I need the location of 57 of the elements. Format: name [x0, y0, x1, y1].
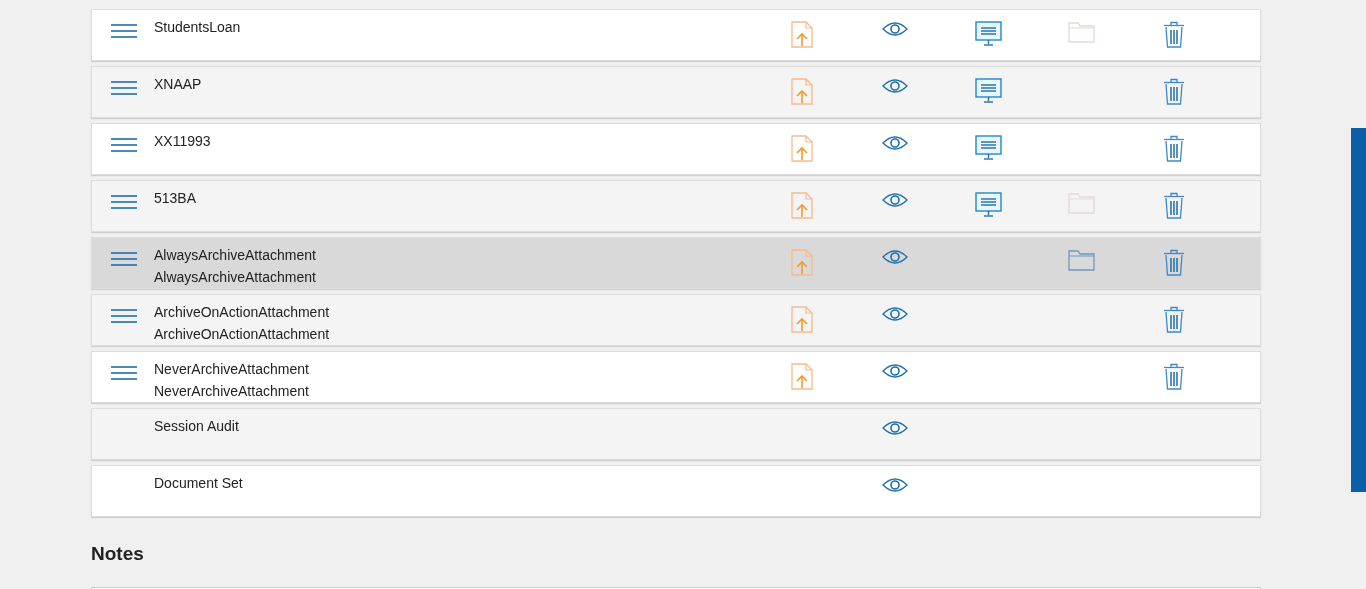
eye-icon[interactable] [882, 477, 908, 493]
trash-icon[interactable] [1163, 78, 1185, 105]
document-name: XX11993 [154, 132, 211, 151]
eye-icon[interactable] [882, 249, 908, 265]
document-row[interactable]: NeverArchiveAttachment NeverArchiveAttachment [91, 351, 1261, 403]
trash-icon[interactable] [1163, 135, 1185, 162]
eye-icon[interactable] [882, 363, 908, 379]
document-name: Session Audit [154, 417, 239, 436]
document-name: ArchiveOnActionAttachment [154, 303, 330, 322]
file-upload-icon[interactable] [791, 135, 813, 162]
trash-icon[interactable] [1163, 21, 1185, 48]
file-upload-icon[interactable] [791, 192, 813, 219]
drag-handle-icon[interactable] [110, 365, 137, 381]
document-row[interactable]: StudentsLoan [91, 9, 1261, 61]
drag-handle-icon[interactable] [110, 137, 137, 153]
document-row[interactable]: Session Audit [91, 408, 1261, 460]
file-upload-icon[interactable] [791, 21, 813, 48]
document-name: 513BA [154, 189, 197, 208]
document-row[interactable]: Document Set [91, 465, 1261, 517]
document-row[interactable]: XX11993 [91, 123, 1261, 175]
document-name: XNAAP [154, 75, 202, 94]
monitor-icon[interactable] [974, 135, 1002, 160]
document-name: ArchiveOnActionAttachment [154, 325, 330, 344]
eye-icon[interactable] [882, 78, 908, 94]
drag-handle-icon[interactable] [110, 251, 137, 267]
drag-handle-icon[interactable] [110, 23, 137, 39]
document-row[interactable]: 513BA [91, 180, 1261, 232]
file-upload-icon[interactable] [791, 78, 813, 105]
eye-icon[interactable] [882, 135, 908, 151]
document-name: AlwaysArchiveAttachment [154, 268, 316, 287]
document-row[interactable]: AlwaysArchiveAttachment AlwaysArchiveAttachment [91, 237, 1261, 289]
trash-icon[interactable] [1163, 249, 1185, 276]
document-name: NeverArchiveAttachment [154, 360, 309, 379]
monitor-icon[interactable] [974, 78, 1002, 103]
monitor-icon[interactable] [974, 21, 1002, 46]
monitor-icon[interactable] [974, 192, 1002, 217]
document-name: Document Set [154, 474, 243, 493]
section-heading: Notes [91, 542, 145, 566]
eye-icon[interactable] [882, 420, 908, 436]
document-name: AlwaysArchiveAttachment [154, 246, 316, 265]
document-row[interactable]: ArchiveOnActionAttachment ArchiveOnActionAttachment [91, 294, 1261, 346]
scrollbar-thumb[interactable] [1351, 128, 1366, 492]
trash-icon[interactable] [1163, 363, 1185, 390]
eye-icon[interactable] [882, 192, 908, 208]
drag-handle-icon[interactable] [110, 308, 137, 324]
document-name: NeverArchiveAttachment [154, 382, 309, 401]
trash-icon[interactable] [1163, 192, 1185, 219]
folder-icon[interactable] [1067, 249, 1095, 271]
eye-icon[interactable] [882, 306, 908, 322]
file-upload-icon[interactable] [791, 306, 813, 333]
drag-handle-icon[interactable] [110, 194, 137, 210]
document-name: StudentsLoan [154, 18, 241, 37]
file-upload-icon[interactable] [791, 363, 813, 390]
trash-icon[interactable] [1163, 306, 1185, 333]
drag-handle-icon[interactable] [110, 80, 137, 96]
eye-icon[interactable] [882, 21, 908, 37]
document-row[interactable]: XNAAP [91, 66, 1261, 118]
